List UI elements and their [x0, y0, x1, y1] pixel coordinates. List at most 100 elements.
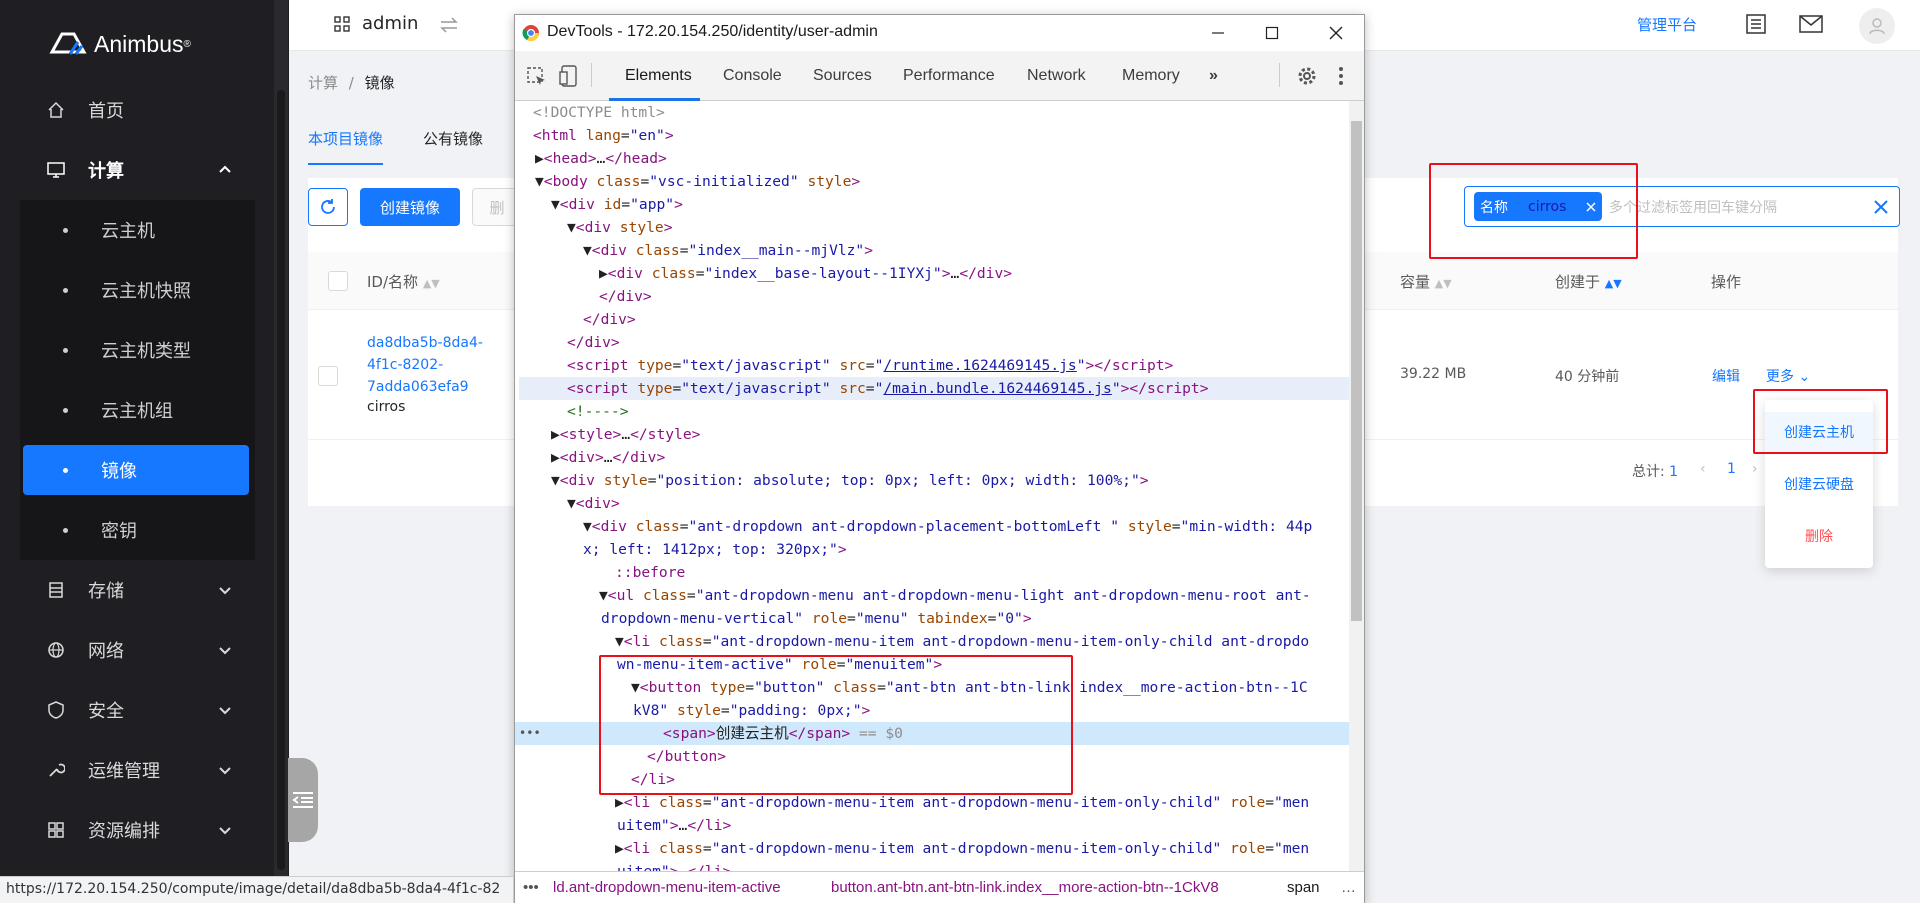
page-number[interactable]: 1 — [1727, 461, 1736, 477]
bullet-icon — [63, 287, 68, 293]
column-actions: 操作 — [1711, 273, 1742, 291]
tab-sources[interactable]: Sources — [813, 67, 872, 85]
dom-node[interactable]: ▼<body class="vsc-initialized" style> — [535, 170, 1349, 193]
crumb-button[interactable]: button.ant-btn.ant-btn-link.index__more-… — [831, 879, 1219, 896]
app-grid-icon[interactable] — [334, 16, 350, 32]
collapse-menu-icon — [292, 792, 313, 808]
dom-node[interactable]: ▼<div class="ant-dropdown ant-dropdown-p… — [583, 515, 1349, 538]
breadcrumb-parent[interactable]: 计算 — [308, 74, 338, 92]
menu-delete[interactable]: 删除 — [1765, 516, 1873, 556]
dom-node[interactable]: ▶<style>…</style> — [551, 423, 1349, 446]
dom-node[interactable]: dropdown-menu-vertical" role="menu" tabi… — [601, 607, 1349, 630]
minimize-button[interactable] — [1206, 21, 1230, 45]
more-actions-link[interactable]: 更多 ⌄ — [1766, 366, 1810, 386]
dom-node[interactable]: </div> — [583, 308, 1349, 331]
devtools-window: DevTools - 172.20.154.250/identity/user-… — [514, 14, 1365, 903]
menu-item-ops[interactable]: 运维管理 — [0, 740, 289, 800]
sidebar-scrollbar-thumb[interactable] — [277, 90, 285, 870]
dom-node[interactable]: <html lang="en"> — [533, 124, 1349, 147]
elements-scrollbar[interactable] — [1349, 101, 1364, 871]
create-image-button[interactable]: 创建镜像 — [360, 188, 460, 226]
dom-node[interactable]: ▶<div class="index__base-layout--1IYXj">… — [599, 262, 1349, 285]
dom-node[interactable]: ▼<li class="ant-dropdown-menu-item ant-d… — [615, 630, 1349, 653]
menu-item-network[interactable]: 网络 — [0, 620, 289, 680]
menu-item-security[interactable]: 安全 — [0, 680, 289, 740]
dom-node[interactable]: ▼<div id="app"> — [551, 193, 1349, 216]
refresh-button[interactable] — [308, 188, 348, 226]
devtools-titlebar[interactable]: DevTools - 172.20.154.250/identity/user-… — [515, 15, 1364, 51]
tab-public-images[interactable]: 公有镜像 — [423, 128, 483, 149]
submenu-item-images[interactable]: 镜像 — [23, 445, 249, 495]
close-button[interactable] — [1324, 21, 1348, 45]
dom-node[interactable]: ▶<li class="ant-dropdown-menu-item ant-d… — [615, 837, 1349, 860]
clear-search-icon[interactable] — [1873, 199, 1889, 215]
chevron-down-icon — [219, 827, 231, 835]
select-all-checkbox[interactable] — [328, 271, 348, 291]
logo-registered-mark: ® — [183, 38, 191, 50]
menu-item-orchestration[interactable]: 资源编排 — [0, 800, 289, 860]
maximize-button[interactable] — [1260, 21, 1284, 45]
dom-node[interactable]: </div> — [567, 331, 1349, 354]
column-id-name[interactable]: ID/名称 ▲▼ — [367, 271, 440, 292]
tab-memory[interactable]: Memory — [1122, 67, 1180, 85]
menu-item-home[interactable]: 首页 — [0, 80, 289, 140]
mail-icon[interactable] — [1799, 15, 1823, 33]
project-name[interactable]: admin — [362, 13, 418, 34]
crumb-span[interactable]: span — [1287, 879, 1320, 896]
dom-node[interactable]: x; left: 1412px; top: 320px;"> — [583, 538, 1349, 561]
prev-page-icon[interactable]: ‹ — [1700, 461, 1706, 477]
dom-node[interactable]: </div> — [599, 285, 1349, 308]
dom-node[interactable]: ▼<ul class="ant-dropdown-menu ant-dropdo… — [599, 584, 1349, 607]
submenu-item-instances[interactable]: 云主机 — [23, 205, 249, 255]
tab-elements[interactable]: Elements — [625, 67, 692, 85]
submenu-item-flavors[interactable]: 云主机类型 — [23, 325, 249, 375]
dom-node[interactable]: uitem">…</li> — [617, 814, 1349, 837]
crumb-li[interactable]: ld.ant-dropdown-menu-item-active — [553, 879, 781, 896]
dom-node[interactable]: ▼<div style> — [567, 216, 1349, 239]
swap-icon[interactable] — [439, 16, 459, 34]
dom-node[interactable]: <!DOCTYPE html> — [533, 101, 1349, 124]
column-created[interactable]: 创建于 ▲▼ — [1555, 271, 1622, 292]
dom-node[interactable]: <script type="text/javascript" src="/mai… — [519, 377, 1349, 400]
user-avatar[interactable] — [1859, 8, 1895, 44]
image-id-link[interactable]: da8dba5b-8da4- 4f1c-8202- 7adda063efa9 — [367, 332, 487, 398]
dom-node[interactable]: ▶<head>…</head> — [535, 147, 1349, 170]
crumbs-more-icon[interactable]: … — [1341, 879, 1356, 896]
dom-node[interactable]: uitem">…</li> — [617, 860, 1349, 871]
dom-node[interactable]: <script type="text/javascript" src="/run… — [567, 354, 1349, 377]
menu-item-storage[interactable]: 存储 — [0, 560, 289, 620]
tab-console[interactable]: Console — [723, 67, 782, 85]
column-size[interactable]: 容量 ▲▼ — [1400, 271, 1452, 292]
node-options-icon[interactable]: ••• — [519, 726, 541, 740]
chevron-down-icon — [219, 767, 231, 775]
submenu-item-server-groups[interactable]: 云主机组 — [23, 385, 249, 435]
settings-gear-icon[interactable] — [1297, 66, 1317, 86]
tab-performance[interactable]: Performance — [903, 67, 995, 85]
kebab-menu-icon[interactable] — [1338, 66, 1344, 86]
edit-link[interactable]: 编辑 — [1712, 366, 1740, 386]
dom-node[interactable]: ▶<div>…</div> — [551, 446, 1349, 469]
menu-create-volume[interactable]: 创建云硬盘 — [1765, 464, 1873, 504]
list-icon[interactable] — [1746, 14, 1766, 34]
dom-node[interactable]: <!----> — [567, 400, 1349, 423]
dom-node[interactable]: ▼<div class="index__main--mjVlz"> — [583, 239, 1349, 262]
submenu-item-keypairs[interactable]: 密钥 — [23, 505, 249, 555]
tab-network[interactable]: Network — [1027, 67, 1086, 85]
next-page-icon[interactable]: › — [1752, 461, 1758, 477]
admin-platform-link[interactable]: 管理平台 — [1637, 14, 1697, 35]
device-toolbar-icon[interactable] — [559, 65, 579, 87]
submenu-item-snapshots[interactable]: 云主机快照 — [23, 265, 249, 315]
tab-project-images[interactable]: 本项目镜像 — [308, 128, 383, 149]
elements-scrollbar-thumb[interactable] — [1351, 121, 1362, 621]
crumbs-overflow-icon[interactable]: ••• — [523, 879, 539, 896]
row-checkbox[interactable] — [318, 366, 338, 386]
more-tabs-icon[interactable]: » — [1209, 67, 1218, 85]
sidebar-scrollbar[interactable] — [274, 0, 288, 903]
dom-node[interactable]: ▼<div style="position: absolute; top: 0p… — [551, 469, 1349, 492]
dom-node[interactable]: ::before — [615, 561, 1349, 584]
dom-node[interactable]: ▼<div> — [567, 492, 1349, 515]
sidebar-collapse-button[interactable] — [288, 758, 318, 842]
app-logo[interactable]: Animbus ® — [48, 24, 191, 64]
inspect-element-icon[interactable] — [527, 67, 547, 87]
menu-item-compute[interactable]: 计算 — [0, 140, 289, 200]
